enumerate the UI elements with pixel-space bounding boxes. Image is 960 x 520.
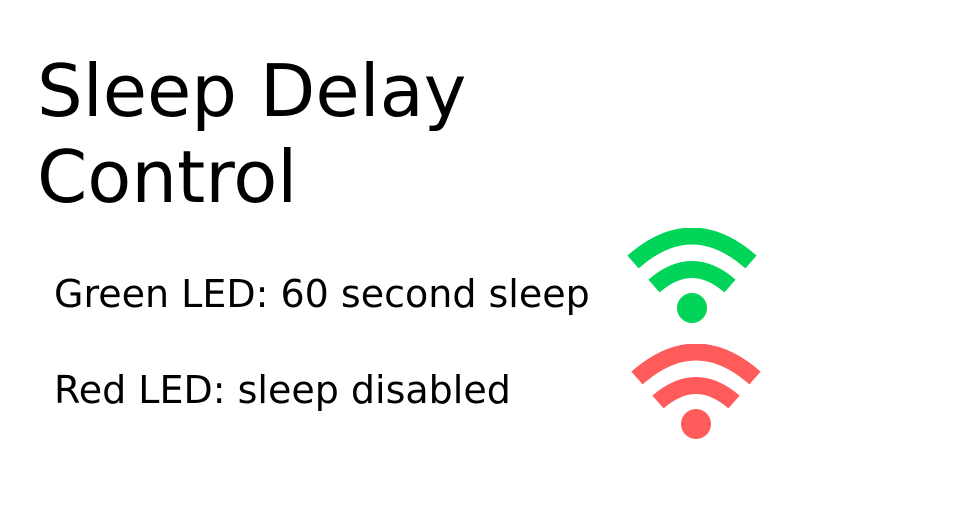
- page-title: Sleep Delay Control: [37, 49, 467, 219]
- red-wifi-icon: [631, 344, 761, 444]
- green-wifi-icon: [627, 228, 757, 328]
- green-wifi-outer-arc: [627, 228, 757, 269]
- green-led-description: Green LED: 60 second sleep: [54, 272, 590, 316]
- red-wifi-dot: [681, 409, 711, 439]
- green-wifi-inner-arc: [648, 261, 736, 293]
- red-wifi-inner-arc: [652, 377, 740, 409]
- red-wifi-outer-arc: [631, 344, 761, 385]
- red-led-description: Red LED: sleep disabled: [54, 368, 511, 412]
- green-wifi-dot: [677, 293, 707, 323]
